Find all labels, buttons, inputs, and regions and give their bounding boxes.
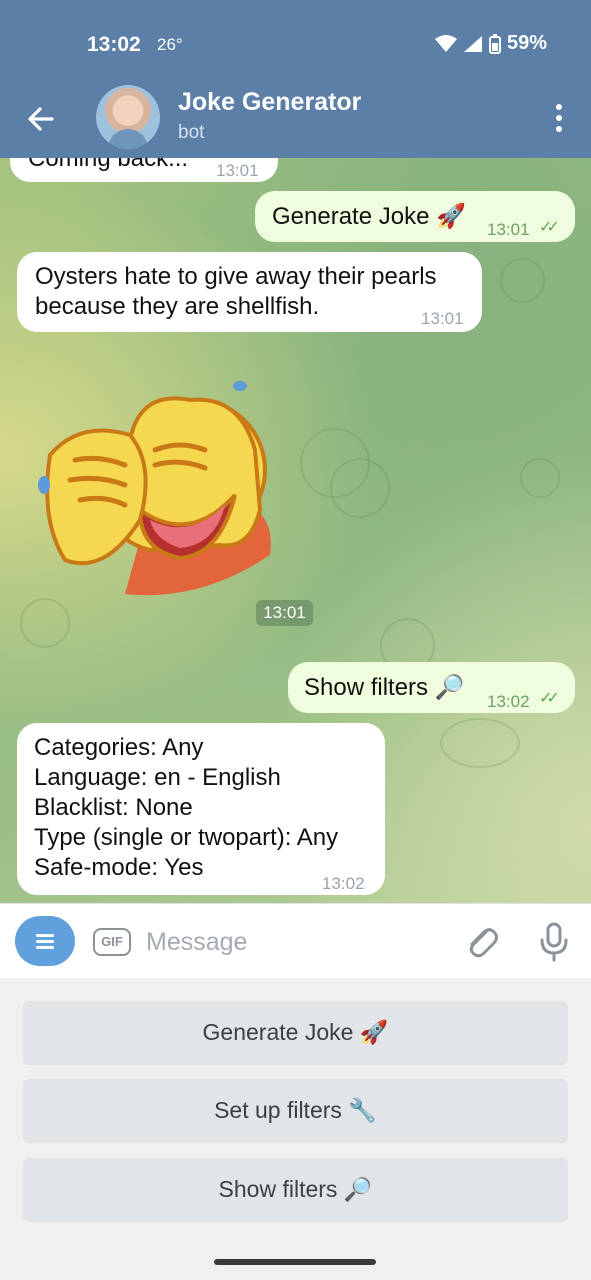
message-text-line: Oysters hate to give away their pearls	[35, 263, 437, 290]
message-incoming: Coming back... 13:01	[10, 158, 278, 182]
gif-icon[interactable]: GIF	[93, 928, 131, 956]
status-bar: 13:02 26° 59%	[0, 0, 591, 90]
message-time: 13:01	[421, 309, 464, 328]
message-text: Coming back...	[28, 158, 189, 172]
message-text-line: Language: en - English	[34, 764, 281, 791]
message-text-line: Type (single or twopart): Any	[34, 824, 339, 851]
bot-keyboard: Generate Joke 🚀 Set up filters 🔧 Show fi…	[0, 978, 591, 1280]
battery-percent: 59%	[506, 32, 547, 54]
status-time: 13:02	[87, 33, 141, 56]
message-time: 13:01	[216, 161, 259, 180]
message-text-line: Blacklist: None	[34, 794, 193, 821]
chat-subtitle: bot	[178, 122, 205, 143]
keyboard-button-set-up-filters[interactable]: Set up filters 🔧	[23, 1079, 568, 1142]
mic-icon[interactable]	[537, 922, 571, 962]
chat-area[interactable]: Coming back... 13:01 Generate Joke 🚀 13:…	[0, 158, 591, 903]
message-incoming: Oysters hate to give away their pearls b…	[17, 252, 482, 332]
status-icons: 59%	[434, 32, 547, 55]
message-text: Show filters 🔎	[304, 674, 465, 701]
message-text-line: Categories: Any	[34, 734, 204, 761]
message-outgoing: Generate Joke 🚀 13:01 ✓✓	[255, 191, 575, 242]
message-incoming: Categories: Any Language: en - English B…	[17, 723, 385, 895]
more-vert-icon[interactable]	[551, 102, 567, 134]
message-text: Generate Joke 🚀	[272, 203, 466, 230]
message-time: 13:01	[487, 220, 530, 239]
battery-icon	[488, 33, 501, 54]
wifi-icon	[434, 34, 457, 52]
keyboard-button-show-filters[interactable]: Show filters 🔎	[23, 1158, 568, 1221]
status-temperature: 26°	[157, 35, 183, 54]
app-header: 13:02 26° 59% Joke Generator bot	[0, 0, 591, 158]
avatar[interactable]	[96, 85, 160, 149]
double-check-icon: ✓✓	[539, 219, 560, 236]
message-time: 13:02	[322, 874, 365, 893]
double-check-icon: ✓✓	[539, 690, 560, 707]
message-text-line: because they are shellfish.	[35, 293, 320, 320]
sticker-time: 13:01	[256, 600, 313, 626]
keyboard-button-generate-joke[interactable]: Generate Joke 🚀	[23, 1001, 568, 1064]
chat-titlebar: Joke Generator bot	[0, 82, 591, 158]
signal-icon	[463, 35, 482, 52]
message-time: 13:02	[487, 692, 530, 711]
chat-title[interactable]: Joke Generator	[178, 88, 361, 117]
attach-icon[interactable]	[464, 924, 500, 960]
back-arrow-icon[interactable]	[22, 100, 60, 138]
message-composer: GIF	[0, 903, 591, 978]
message-input[interactable]	[146, 922, 446, 962]
menu-icon[interactable]	[15, 916, 75, 966]
laughing-sticker[interactable]	[30, 380, 290, 600]
message-outgoing: Show filters 🔎 13:02 ✓✓	[288, 662, 575, 713]
home-indicator[interactable]	[214, 1259, 376, 1265]
message-text-line: Safe-mode: Yes	[34, 854, 204, 881]
